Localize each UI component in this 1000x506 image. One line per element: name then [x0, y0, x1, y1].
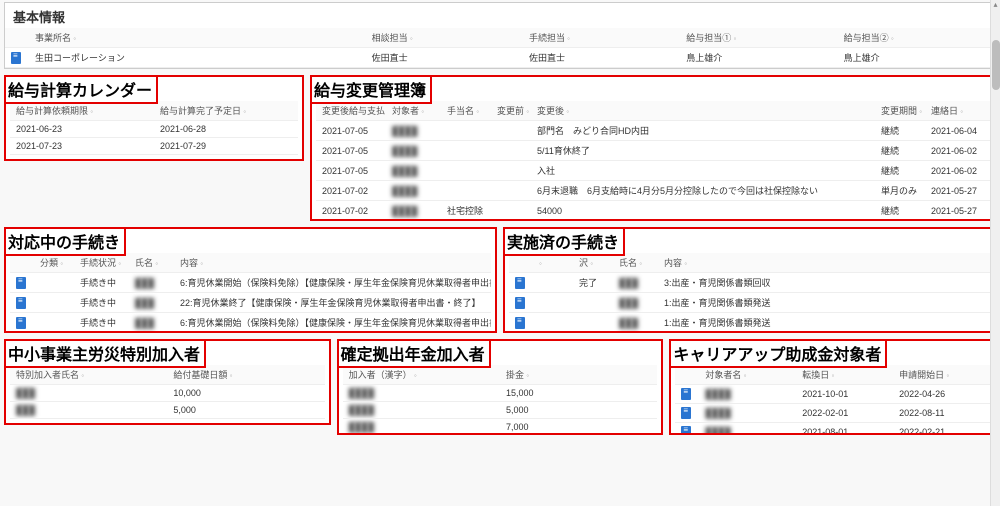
- table-row[interactable]: 2021-07-02████社宅控除54000継続2021-05-27: [316, 201, 990, 220]
- career-up-panel: キャリアアップ助成金対象者 対象者名 転換日 申請開始日 ████2021-10…: [669, 339, 996, 435]
- table-row[interactable]: ████15,000: [343, 385, 658, 402]
- table-row[interactable]: 生田コーポレーション 佐田直士 佐田直士 鳥上雄介 鳥上雄介: [5, 48, 995, 68]
- payroll-calendar-panel: 給与計算カレンダー 給与計算依頼期限 給与計算完了予定日 2021-06-232…: [4, 75, 304, 161]
- payroll-calendar-table: 給与計算依頼期限 給与計算完了予定日 2021-06-232021-06-282…: [10, 101, 298, 155]
- table-row[interactable]: ███10,000: [10, 385, 325, 402]
- dc-pension-table: 加入者（漢字） 掛金 ████15,000████5,000████7,000: [343, 365, 658, 433]
- panel-title: 確定拠出年金加入者: [341, 347, 485, 364]
- dc-pension-panel: 確定拠出年金加入者 加入者（漢字） 掛金 ████15,000████5,000…: [337, 339, 664, 435]
- col-consult[interactable]: 相談担当: [366, 28, 523, 48]
- table-row[interactable]: 2021-06-232021-06-28: [10, 121, 298, 138]
- document-icon[interactable]: [681, 426, 691, 433]
- panel-title: 給与変更管理簿: [314, 83, 426, 100]
- completed-table: 沢 氏名 内容 完了███3:出産・育児関係書類回収███1:出産・育児関係書類…: [509, 253, 990, 331]
- scroll-up-icon[interactable]: ▴: [991, 0, 1000, 9]
- col-proc[interactable]: 手続担当: [523, 28, 680, 48]
- sme-rousai-table: 特別加入者氏名 給付基礎日額 ███10,000███5,000: [10, 365, 325, 419]
- col-pay1[interactable]: 給与担当①: [680, 28, 837, 48]
- document-icon[interactable]: [11, 52, 21, 64]
- table-row[interactable]: 2021-07-232021-07-29: [10, 138, 298, 155]
- table-row[interactable]: 手続き中███22:育児休業終了【健康保険・厚生年金保険育児休業取得者申出書・終…: [10, 293, 491, 313]
- table-row[interactable]: 手続き中███6:育児休業開始（保険料免除）【健康保険・厚生年金保険育児休業取得…: [10, 273, 491, 293]
- table-row[interactable]: ███1:出産・育児関係書類発送: [509, 313, 990, 332]
- table-row[interactable]: 2021-07-02████6月末退職 6月支給時に4月分5月分控除したので今回…: [316, 181, 990, 201]
- basic-info-title: 基本情報: [5, 3, 995, 28]
- col-office[interactable]: 事業所名: [29, 28, 366, 48]
- panel-title: 実施済の手続き: [507, 235, 619, 252]
- document-icon[interactable]: [515, 317, 525, 329]
- table-row[interactable]: 手続き中███6:育児休業開始（保険料免除）【健康保険・厚生年金保険育児休業取得…: [10, 313, 491, 332]
- table-row[interactable]: ████5,000: [343, 402, 658, 419]
- table-row[interactable]: ███5,000: [10, 402, 325, 419]
- document-icon[interactable]: [16, 317, 26, 329]
- basic-info-panel: 基本情報 事業所名 相談担当 手続担当 給与担当① 給与担当② 生田コーポレーシ…: [4, 2, 996, 69]
- table-row[interactable]: 完了███3:出産・育児関係書類回収: [509, 273, 990, 293]
- career-up-table: 対象者名 転換日 申請開始日 ████2021-10-012022-04-26█…: [675, 365, 990, 433]
- table-row[interactable]: ████2022-02-012022-08-11: [675, 404, 990, 423]
- table-row[interactable]: ████7,000: [343, 419, 658, 434]
- table-row[interactable]: ████2021-08-012022-02-21: [675, 423, 990, 434]
- in-progress-panel: 対応中の手続き 分類 手続状況 氏名 内容 手続き中███6:育児休業開始（保険…: [4, 227, 497, 333]
- panel-title: 対応中の手続き: [8, 235, 120, 252]
- document-icon[interactable]: [681, 388, 691, 400]
- panel-title: 中小事業主労災特別加入者: [8, 347, 200, 364]
- document-icon[interactable]: [515, 277, 525, 289]
- office-name: 生田コーポレーション: [29, 48, 366, 68]
- basic-info-table: 事業所名 相談担当 手続担当 給与担当① 給与担当② 生田コーポレーション 佐田…: [5, 28, 995, 68]
- completed-panel: 実施済の手続き 沢 氏名 内容 完了███3:出産・育児関係書類回収███1:出…: [503, 227, 996, 333]
- in-progress-table: 分類 手続状況 氏名 内容 手続き中███6:育児休業開始（保険料免除）【健康保…: [10, 253, 491, 331]
- table-row[interactable]: ███1:出産・育児関係書類発送: [509, 293, 990, 313]
- document-icon[interactable]: [16, 277, 26, 289]
- table-row[interactable]: 2021-07-05████部門名 みどり合同HD内田継続2021-06-04: [316, 121, 990, 141]
- document-icon[interactable]: [681, 407, 691, 419]
- vertical-scrollbar[interactable]: ▴: [990, 0, 1000, 506]
- sme-rousai-panel: 中小事業主労災特別加入者 特別加入者氏名 給付基礎日額 ███10,000███…: [4, 339, 331, 425]
- document-icon[interactable]: [16, 297, 26, 309]
- table-row[interactable]: ████2021-10-012022-04-26: [675, 385, 990, 404]
- scroll-thumb[interactable]: [992, 40, 1000, 90]
- change-register-panel: 給与変更管理簿 変更後給与支払日 対象者 手当名 変更前 変更後 変更期間 連絡…: [310, 75, 996, 221]
- document-icon[interactable]: [515, 297, 525, 309]
- col-pay2[interactable]: 給与担当②: [838, 28, 995, 48]
- table-row[interactable]: 2021-07-05████5/11育休終了継続2021-06-02: [316, 141, 990, 161]
- change-register-table: 変更後給与支払日 対象者 手当名 変更前 変更後 変更期間 連絡日 2021-0…: [316, 101, 990, 219]
- panel-title: 給与計算カレンダー: [8, 83, 152, 100]
- panel-title: キャリアアップ助成金対象者: [673, 347, 881, 364]
- table-row[interactable]: 2021-07-05████入社継続2021-06-02: [316, 161, 990, 181]
